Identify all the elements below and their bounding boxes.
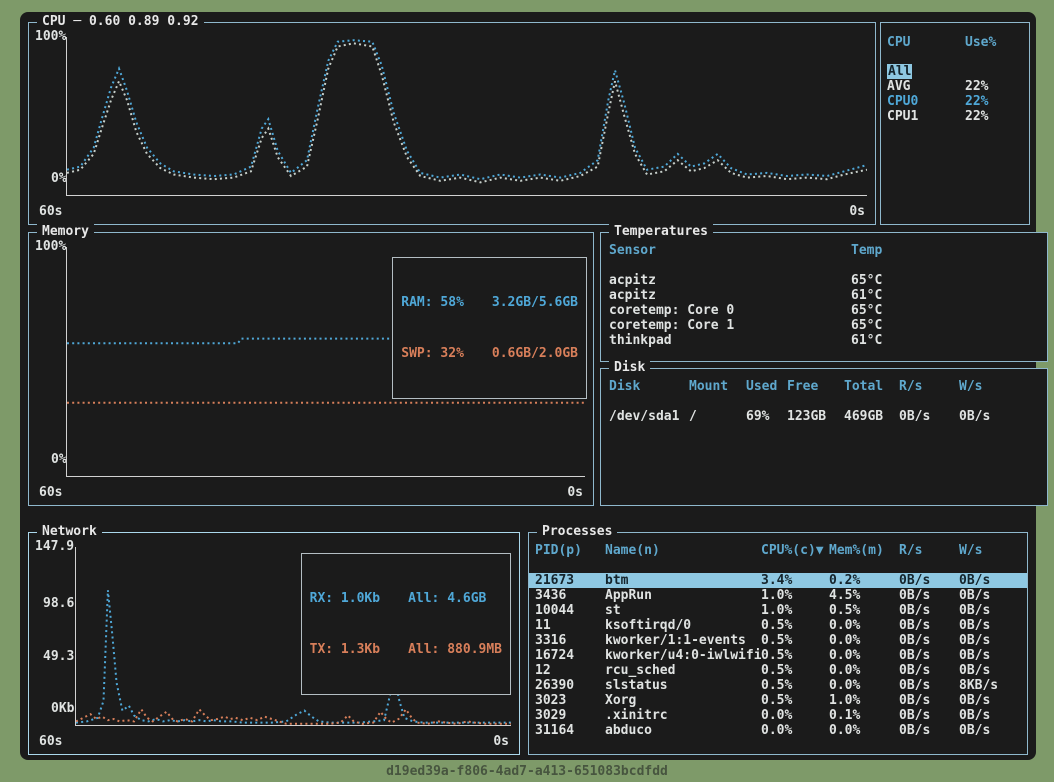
network-y-label-2: 98.6 [43,596,74,611]
process-row[interactable]: 3316 kworker/1:1-events 0.5% 0.0% 0B/s 0… [529,633,1027,648]
processes-header-cpu-sorted[interactable]: CPU%(c)▼ [761,543,829,558]
processes-header: PID(p) Name(n) CPU%(c)▼ Mem%(m) R/s W/s [529,543,1027,558]
memory-legend-box: RAM: 58% 3.2GB/5.6GB SWP: 32% 0.6GB/2.0GB [392,257,587,399]
process-row[interactable]: 11 ksoftirqd/0 0.5% 0.0% 0B/s 0B/s [529,618,1027,633]
network-panel-title: Network [37,524,102,539]
disk-panel[interactable]: Disk Disk Mount Used Free Total R/s W/s … [600,368,1048,506]
memory-x-left-label: 60s [39,485,62,500]
disk-header-total: Total [844,379,899,394]
cpu-legend-row-cpu0[interactable]: CPU0 22% [881,94,1029,109]
swap-usage-value: 0.6GB/2.0GB [492,346,578,361]
ram-usage-value: 3.2GB/5.6GB [492,295,578,310]
processes-panel-title: Processes [537,524,617,539]
cpu-panel[interactable]: CPU ─ 0.60 0.89 0.92 100% 0% 60s 0s [28,22,876,225]
disk-header-rs: R/s [899,379,959,394]
disk-rows: /dev/sda1 / 69% 123GB 469GB 0B/s 0B/s [601,409,1047,424]
cpu-legend-row-cpu1[interactable]: CPU1 22% [881,109,1029,124]
disk-panel-title: Disk [609,360,650,375]
temperatures-header-sensor: Sensor [609,243,851,258]
processes-rows: 21673 btm 3.4% 0.2% 0B/s 0B/s 3436 AppRu… [529,573,1027,738]
disk-header-free: Free [787,379,844,394]
process-row[interactable]: 3023 Xorg 0.5% 1.0% 0B/s 0B/s [529,693,1027,708]
memory-panel-title: Memory [37,224,94,239]
cpu-usage-chart [67,37,867,195]
tx-rate-label: TX: 1.3Kb [310,642,380,657]
cpu-legend-rows: All AVG 22% CPU0 22% CPU1 22% [881,64,1029,124]
process-row-selected[interactable]: 21673 btm 3.4% 0.2% 0B/s 0B/s [529,573,1027,588]
process-row[interactable]: 10044 st 1.0% 0.5% 0B/s 0B/s [529,603,1027,618]
temperature-row[interactable]: acpitz 61°C [601,288,1047,303]
cpu-legend-header-use: Use% [965,35,1023,50]
memory-y-max-label: 100% [35,239,66,254]
disk-header-ws: W/s [959,379,1039,394]
cpu-y-min-label: 0% [51,171,67,186]
swap-usage-label: SWP: 32% [401,346,464,361]
process-row[interactable]: 3029 .xinitrc 0.0% 0.1% 0B/s 0B/s [529,708,1027,723]
network-y-label-max: 147.9 [35,539,74,554]
cpu-x-left-label: 60s [39,204,62,219]
cpu-legend-header: CPU Use% [881,35,1029,50]
process-row[interactable]: 31164 abduco 0.0% 0.0% 0B/s 0B/s [529,723,1027,738]
process-row[interactable]: 16724 kworker/u4:0-iwlwifi 0.5% 0.0% 0B/… [529,648,1027,663]
process-row[interactable]: 26390 slstatus 0.5% 0.0% 0B/s 8KB/s [529,678,1027,693]
cpu-legend-panel[interactable]: CPU Use% All AVG 22% CPU0 22% CPU1 22% [880,22,1030,225]
processes-header-ws[interactable]: W/s [959,543,1021,558]
process-row[interactable]: 12 rcu_sched 0.5% 0.0% 0B/s 0B/s [529,663,1027,678]
processes-panel[interactable]: Processes PID(p) Name(n) CPU%(c)▼ Mem%(m… [528,532,1028,755]
disk-header-used: Used [746,379,787,394]
temperature-row[interactable]: coretemp: Core 1 65°C [601,318,1047,333]
disk-header-mount: Mount [689,379,746,394]
rx-rate-label: RX: 1.0Kb [310,591,380,606]
temperatures-header-temp: Temp [851,243,1039,258]
disk-header: Disk Mount Used Free Total R/s W/s [601,379,1047,394]
cpu-legend-row-all[interactable]: All [881,64,1029,79]
cpu-title-label: CPU [42,14,65,29]
memory-x-right-label: 0s [567,485,583,500]
temperatures-panel[interactable]: Temperatures Sensor Temp acpitz 65°C acp… [600,232,1048,362]
temperature-row[interactable]: coretemp: Core 0 65°C [601,303,1047,318]
network-x-left-label: 60s [39,734,62,749]
processes-header-name[interactable]: Name(n) [605,543,761,558]
cpu-legend-header-name: CPU [887,35,965,50]
temperature-row[interactable]: acpitz 65°C [601,273,1047,288]
terminal-window: CPU ─ 0.60 0.89 0.92 100% 0% 60s 0s CPU … [20,12,1036,760]
ram-usage-label: RAM: 58% [401,295,464,310]
processes-header-mem[interactable]: Mem%(m) [829,543,899,558]
network-panel[interactable]: Network 147.9 98.6 49.3 0Kb RX: 1.0KbAll… [28,532,520,755]
cpu-chart-area [66,37,867,196]
network-legend-box: RX: 1.0Kb All: 4.6GB TX: 1.3Kb All: 880.9M… [301,553,511,695]
process-row[interactable]: 3436 AppRun 1.0% 4.5% 0B/s 0B/s [529,588,1027,603]
cpu-x-right-label: 0s [849,204,865,219]
cpu-load-average: ─ 0.60 0.89 0.92 [73,14,198,29]
rx-total-label: All: 4.6GB [408,591,486,606]
session-id-text: d19ed39a-f806-4ad7-a413-651083bcdfdd [0,764,1054,779]
memory-panel[interactable]: Memory 100% 0% RAM: 58%3.2GB/5.6GB SWP: … [28,232,594,506]
cpu-all-selected[interactable]: All [887,64,912,79]
temperatures-header: Sensor Temp [601,243,1047,258]
memory-y-min-label: 0% [51,452,67,467]
temperatures-rows: acpitz 65°C acpitz 61°C coretemp: Core 0… [601,273,1047,348]
disk-row[interactable]: /dev/sda1 / 69% 123GB 469GB 0B/s 0B/s [601,409,1047,424]
processes-header-pid[interactable]: PID(p) [535,543,605,558]
temperature-row[interactable]: thinkpad 61°C [601,333,1047,348]
tx-total-label: All: 880.9MB [408,642,502,657]
processes-header-rs[interactable]: R/s [899,543,959,558]
cpu-y-max-label: 100% [35,29,66,44]
cpu-panel-title: CPU ─ 0.60 0.89 0.92 [37,14,204,29]
cpu-legend-row-avg[interactable]: AVG 22% [881,79,1029,94]
network-y-label-min: 0Kb [51,701,74,716]
network-y-label-1: 49.3 [43,649,74,664]
temperatures-panel-title: Temperatures [609,224,713,239]
disk-header-disk: Disk [609,379,689,394]
network-x-right-label: 0s [493,734,509,749]
